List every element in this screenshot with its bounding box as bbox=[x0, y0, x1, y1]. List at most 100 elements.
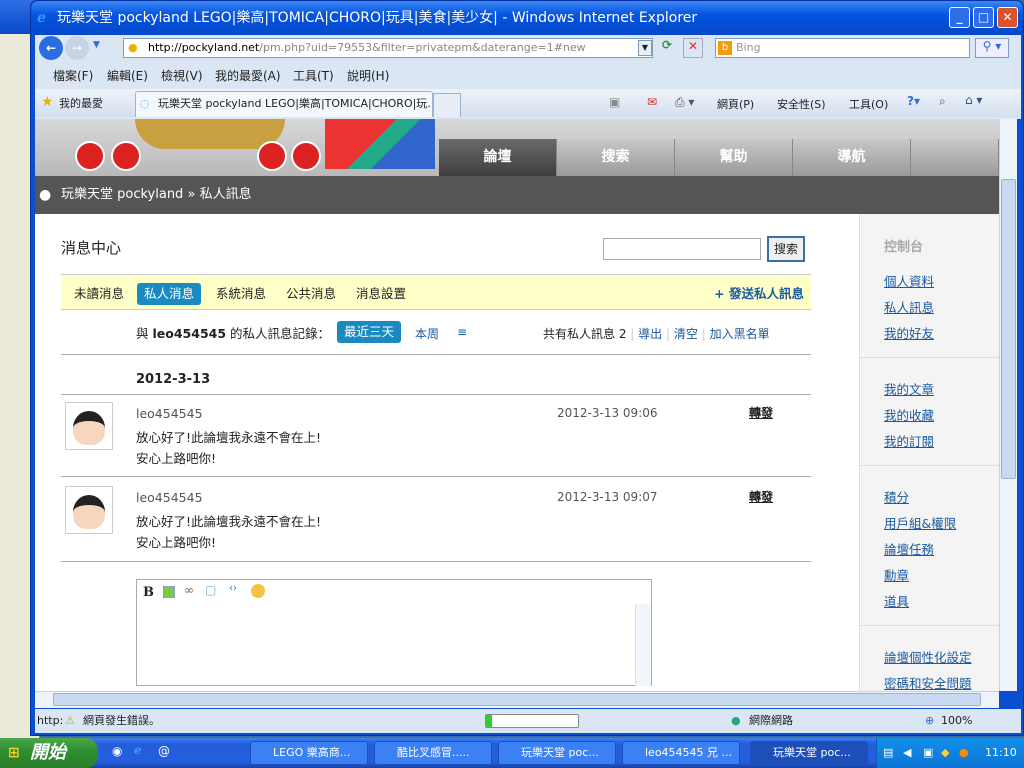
address-dropdown-icon[interactable]: ▼ bbox=[638, 40, 652, 56]
home-icon[interactable]: ⌂ ▾ bbox=[965, 93, 982, 107]
security-zone[interactable]: 網際網路 bbox=[749, 709, 793, 733]
message-user[interactable]: leo454545 bbox=[136, 406, 203, 421]
sidebar-subscriptions[interactable]: 我的訂閱 bbox=[884, 431, 934, 450]
address-bar[interactable]: ● http://pockyland.net/pm.php?uid=79553&f… bbox=[123, 38, 653, 58]
close-button[interactable]: ✕ bbox=[997, 7, 1018, 28]
range-3days[interactable]: 最近三天 bbox=[337, 321, 402, 343]
sidebar-credits[interactable]: 積分 bbox=[884, 487, 909, 506]
message-user[interactable]: leo454545 bbox=[136, 490, 203, 505]
range-week[interactable]: 本周 bbox=[415, 325, 439, 342]
print-icon[interactable]: ⎙ ▾ bbox=[675, 95, 694, 110]
nav-forum[interactable]: 論壇 bbox=[439, 139, 557, 176]
nav-help[interactable]: 幫助 bbox=[675, 139, 793, 176]
new-tab-button[interactable] bbox=[433, 93, 461, 117]
tab-private[interactable]: 私人消息 bbox=[137, 283, 202, 305]
status-error[interactable]: 網頁發生錯誤。 bbox=[83, 709, 160, 733]
research-icon[interactable]: ⌕ bbox=[939, 94, 946, 109]
browser-tab[interactable]: ◌ 玩樂天堂 pockyland LEGO|樂高|TOMICA|CHORO|玩..… bbox=[135, 91, 433, 117]
back-icon[interactable]: ← bbox=[39, 36, 63, 60]
rss-icon[interactable]: ▣ bbox=[609, 95, 620, 109]
taskbar-item[interactable]: LEGO 樂高商... bbox=[250, 741, 368, 765]
start-button[interactable]: ⊞ 開始 bbox=[0, 738, 98, 768]
menu-tools[interactable]: 工具(T) bbox=[293, 67, 334, 84]
minimize-button[interactable]: _ bbox=[949, 7, 970, 28]
title-bar[interactable]: e 玩樂天堂 pockyland LEGO|樂高|TOMICA|CHORO|玩具|… bbox=[31, 1, 1023, 35]
ie-quicklaunch-icon[interactable]: e bbox=[134, 743, 142, 757]
editor-scrollbar[interactable] bbox=[635, 604, 651, 686]
reply-editor[interactable]: B ∞ ▢ ‹› bbox=[136, 579, 652, 686]
search-input[interactable]: b Bing bbox=[715, 38, 970, 58]
avatar[interactable] bbox=[65, 402, 113, 450]
antivirus-icon[interactable]: ● bbox=[959, 738, 969, 768]
taskbar-item[interactable]: leo454545 兄 ... bbox=[622, 741, 740, 765]
mail-icon[interactable]: ✉ bbox=[647, 95, 657, 109]
sidebar-security[interactable]: 密碼和安全問題 bbox=[884, 673, 972, 691]
menu-edit[interactable]: 編輯(E) bbox=[107, 67, 148, 84]
warning-icon[interactable]: ⚠ bbox=[65, 709, 75, 733]
maximize-button[interactable]: □ bbox=[973, 7, 994, 28]
help-icon[interactable]: ?▾ bbox=[907, 94, 920, 108]
favorites-star-icon[interactable]: ★ bbox=[41, 94, 54, 110]
outlook-icon[interactable]: @ bbox=[158, 744, 170, 758]
sidebar-posts[interactable]: 我的文章 bbox=[884, 379, 934, 398]
forward-link[interactable]: 轉發 bbox=[749, 404, 773, 421]
history-dropdown-icon[interactable]: ▼ bbox=[93, 40, 100, 50]
clear-link[interactable]: 清空 bbox=[674, 327, 698, 341]
favorites-button[interactable]: 我的最愛 bbox=[59, 95, 103, 111]
menu-view[interactable]: 檢視(V) bbox=[161, 67, 203, 84]
tray-expand-icon[interactable]: ◀ bbox=[903, 738, 911, 768]
avatar[interactable] bbox=[65, 486, 113, 534]
tab-settings[interactable]: 消息設置 bbox=[349, 283, 413, 305]
security-shield-icon[interactable]: ◆ bbox=[941, 738, 949, 768]
menu-file[interactable]: 檔案(F) bbox=[53, 67, 93, 84]
sidebar-tasks[interactable]: 論壇任務 bbox=[884, 539, 934, 558]
menu-favorites[interactable]: 我的最愛(A) bbox=[215, 67, 281, 84]
nav-search[interactable]: 搜索 bbox=[557, 139, 675, 176]
link-icon[interactable]: ∞ bbox=[184, 583, 194, 597]
vertical-scrollbar[interactable] bbox=[999, 119, 1017, 691]
taskbar-item-active[interactable]: 玩樂天堂 poc... bbox=[750, 741, 868, 765]
sidebar-friends[interactable]: 我的好友 bbox=[884, 323, 934, 342]
pm-search-button[interactable]: 搜索 bbox=[767, 236, 805, 262]
sidebar-props[interactable]: 道具 bbox=[884, 591, 909, 610]
taskbar-item[interactable]: 玩樂天堂 poc... bbox=[498, 741, 616, 765]
clock[interactable]: 11:10 bbox=[985, 738, 1017, 768]
sidebar-medals[interactable]: 勳章 bbox=[884, 565, 909, 584]
taskbar-item[interactable]: 酷比叉感冒..... bbox=[374, 741, 492, 765]
network-icon[interactable]: ▣ bbox=[923, 738, 933, 768]
export-link[interactable]: 導出 bbox=[638, 327, 662, 341]
sidebar-favorites[interactable]: 我的收藏 bbox=[884, 405, 934, 424]
tab-unread[interactable]: 未讀消息 bbox=[67, 283, 131, 305]
smiley-icon[interactable] bbox=[251, 584, 265, 598]
tab-system[interactable]: 系統消息 bbox=[209, 283, 273, 305]
menu-help[interactable]: 說明(H) bbox=[347, 67, 389, 84]
quote-icon[interactable]: ▢ bbox=[205, 583, 216, 597]
tools-menu[interactable]: 工具(O) bbox=[849, 96, 888, 112]
refresh-icon[interactable]: ⟳ bbox=[657, 38, 677, 58]
search-button[interactable]: ⚲ ▾ bbox=[975, 38, 1009, 58]
send-pm-link[interactable]: + 發送私人訊息 bbox=[707, 283, 811, 305]
pm-search-input[interactable] bbox=[603, 238, 761, 260]
breadcrumb-home[interactable]: 玩樂天堂 pockyland bbox=[61, 187, 183, 202]
media-player-icon[interactable]: ◉ bbox=[112, 744, 122, 758]
breadcrumb-separator: » bbox=[187, 187, 196, 202]
forward-icon[interactable]: → bbox=[65, 36, 89, 60]
page-menu[interactable]: 網頁(P) bbox=[717, 96, 754, 112]
ime-icon[interactable]: ▤ bbox=[883, 738, 893, 768]
nav-navigation[interactable]: 導航 bbox=[793, 139, 911, 176]
code-icon[interactable]: ‹› bbox=[229, 583, 237, 594]
safety-menu[interactable]: 安全性(S) bbox=[777, 96, 826, 112]
stop-icon[interactable]: ✕ bbox=[683, 38, 703, 58]
sidebar-personalize[interactable]: 論壇個性化設定 bbox=[884, 647, 972, 666]
sidebar-pm[interactable]: 私人訊息 bbox=[884, 297, 934, 316]
zoom-level[interactable]: 100% bbox=[941, 709, 972, 733]
sidebar-profile[interactable]: 個人資料 bbox=[884, 271, 934, 290]
sidebar-usergroup[interactable]: 用戶組&權限 bbox=[884, 513, 956, 532]
range-more[interactable]: ≡ bbox=[457, 325, 467, 339]
forward-link[interactable]: 轉發 bbox=[749, 488, 773, 505]
blacklist-link[interactable]: 加入黑名單 bbox=[710, 327, 770, 341]
horizontal-scrollbar[interactable] bbox=[35, 691, 999, 708]
image-icon[interactable] bbox=[163, 586, 175, 598]
tab-public[interactable]: 公共消息 bbox=[279, 283, 343, 305]
bold-button[interactable]: B bbox=[143, 585, 154, 600]
